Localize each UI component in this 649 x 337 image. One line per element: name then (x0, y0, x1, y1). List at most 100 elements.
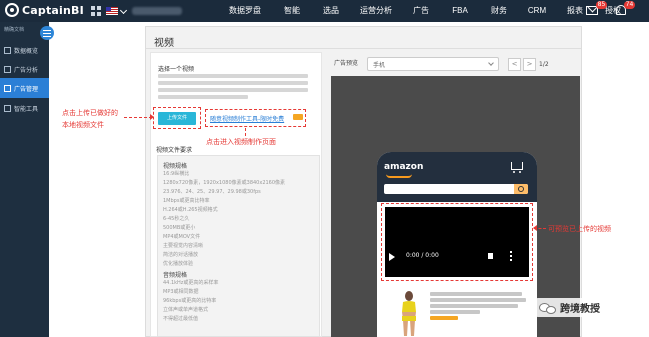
chevron-down-icon[interactable] (119, 6, 128, 15)
notifications-button[interactable]: 74 (614, 1, 635, 17)
apps-grid-icon[interactable] (91, 6, 101, 16)
free-badge (293, 114, 303, 120)
product-title (430, 304, 518, 308)
logo-mark-icon (5, 3, 19, 17)
annotation-arrow (124, 117, 152, 118)
tools-icon (4, 104, 11, 112)
requirement-item: 500MB或更小 (163, 225, 196, 231)
next-page-button[interactable]: > (523, 58, 536, 71)
sidebar-item-label: 数据概览 (14, 47, 39, 55)
description-text (158, 81, 308, 85)
nav-item[interactable]: 选品 (312, 0, 350, 22)
nav-item[interactable]: CRM (518, 0, 556, 22)
sidebar-item-ad-management[interactable]: 广告管理 (0, 78, 49, 98)
nav-item[interactable]: FBA (440, 0, 480, 22)
sidebar-item-ad-analysis[interactable]: 广告分析 (0, 59, 49, 79)
video-time: 0:00 / 0:00 (406, 252, 439, 259)
description-text (158, 74, 308, 78)
video-player[interactable] (385, 207, 529, 277)
amazon-smile-icon (386, 174, 412, 178)
watermark-text: 跨境教授 (560, 304, 600, 315)
requirements-title: 视频文件要求 (156, 147, 193, 154)
wechat-icon (539, 302, 557, 314)
sidebar: 精确文档 数据概览 广告分析 广告管理 智能工具 (0, 22, 49, 337)
brand-logo[interactable]: CaptainBI (5, 3, 84, 17)
nav-actions: 85 74 (586, 1, 635, 17)
requirement-item: MP4或MOV文件 (163, 234, 201, 240)
requirement-item: 6-45秒之久 (163, 216, 190, 222)
watermark: 跨境教授 (536, 298, 603, 317)
description-text (158, 95, 248, 99)
nav-item[interactable]: 财务 (480, 0, 518, 22)
arrow-head-icon (150, 114, 154, 120)
account-name-redacted[interactable] (132, 7, 182, 15)
sidebar-title: 精确文档 (4, 27, 25, 33)
nav-item[interactable]: 数据罗盘 (218, 0, 272, 22)
requirement-item: 主要视觉内容清晰 (163, 243, 204, 249)
product-title (430, 310, 480, 314)
sidebar-item-label: 智能工具 (14, 105, 39, 113)
messages-button[interactable]: 85 (586, 1, 607, 17)
screen: CaptainBI 数据罗盘 智能 选品 运营分析 广告 FBA 财务 CRM 报表 授权 85 … (0, 0, 649, 337)
product-image (402, 291, 416, 336)
nav-item[interactable]: 广告 (402, 0, 440, 22)
amazon-logo: amazon (384, 162, 424, 172)
requirement-item: 23.976、24、25、29.97、29.98或30fps (163, 189, 261, 195)
chart-icon (4, 65, 11, 73)
requirement-item: 优化播放体验 (163, 261, 194, 267)
sidebar-item-smart-tools[interactable]: 智能工具 (0, 98, 49, 118)
nav-item[interactable]: 智能 (272, 0, 312, 22)
sidebar-item-label: 广告分析 (14, 66, 39, 74)
annotation-arrow (245, 128, 246, 136)
sidebar-item-label: 广告管理 (14, 85, 39, 93)
requirement-item: 16:9纵横比 (163, 171, 190, 177)
upload-annotation-line1: 点击上传已做好的 (62, 109, 118, 117)
requirement-item: H.264或H.265视频格式 (163, 207, 218, 213)
requirement-item: 44.1kHz或更高的采样率 (163, 280, 219, 286)
notifications-badge: 74 (624, 1, 635, 9)
requirement-item: MP3或相同数据 (163, 289, 199, 295)
amazon-header: amazon (377, 152, 537, 202)
overview-icon (4, 46, 11, 54)
messages-badge: 85 (596, 1, 607, 9)
amazon-search-input (384, 184, 528, 194)
video-annotation: 可预览已上传的视频 (548, 225, 611, 233)
video-spec-title: 视频规格 (163, 163, 188, 170)
product-title (430, 298, 526, 302)
select-video-title: 选择一个视频 (158, 66, 195, 73)
search-icon (514, 184, 528, 194)
ad-preview-label: 广告预览 (334, 60, 359, 67)
upload-annotation-line2: 本地视频文件 (62, 121, 104, 129)
description-text (158, 88, 308, 92)
audio-spec-title: 音频规格 (163, 272, 188, 279)
requirement-item: 简洁的对话播放 (163, 252, 199, 258)
video-tool-link[interactable]: 随意视频制作工具-限时免费 (210, 114, 284, 123)
prev-page-button[interactable]: < (508, 58, 521, 71)
volume-icon[interactable] (488, 253, 493, 259)
requirement-item: 1280x720像素，1920x1080像素或3840x2160像素 (163, 180, 286, 186)
divider (146, 48, 581, 49)
cart-icon (511, 162, 523, 173)
arrow-head-icon (533, 225, 537, 231)
requirement-item: 不得超过最低值 (163, 316, 199, 322)
sidebar-collapse-button[interactable] (40, 26, 54, 40)
product-title (430, 292, 522, 296)
nav-item[interactable]: 运营分析 (350, 0, 402, 22)
more-options-icon[interactable] (510, 251, 512, 261)
requirement-item: 96kbps或更高的比特率 (163, 298, 217, 304)
rating-stars (430, 316, 458, 320)
top-nav: CaptainBI 数据罗盘 智能 选品 运营分析 广告 FBA 财务 CRM 报表 授权 85 … (0, 0, 649, 22)
page-title: 视频 (154, 38, 174, 49)
ads-icon (4, 84, 11, 92)
tool-annotation: 点击进入视频制作页面 (206, 138, 276, 146)
device-select[interactable] (367, 57, 499, 71)
us-flag-icon[interactable] (106, 7, 118, 15)
requirement-item: 1Mbps或更高比特率 (163, 198, 210, 204)
upload-file-button[interactable]: 上传文件 (158, 112, 196, 125)
brand-name: CaptainBI (22, 3, 84, 17)
device-select-value: 手机 (373, 62, 386, 69)
main-nav: 数据罗盘 智能 选品 运营分析 广告 FBA 财务 CRM 报表 授权 (218, 0, 632, 22)
sidebar-item-overview[interactable]: 数据概览 (0, 40, 49, 60)
requirement-item: 立体声或单声道格式 (163, 307, 209, 313)
play-icon[interactable] (389, 253, 395, 261)
